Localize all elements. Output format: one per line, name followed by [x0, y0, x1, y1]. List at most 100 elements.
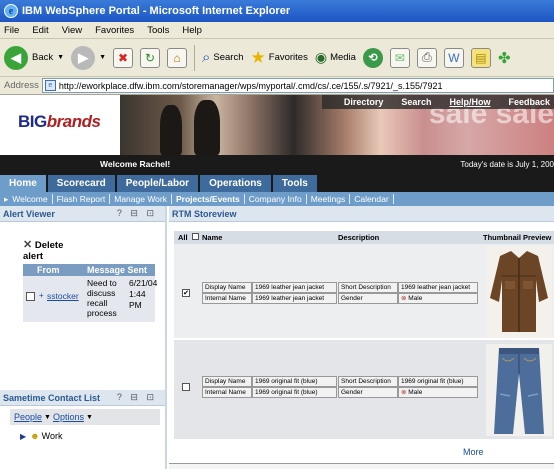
alert-checkbox[interactable]: [26, 292, 35, 301]
options-menu[interactable]: Options: [53, 412, 84, 422]
alert-message: Need to discuss recall process: [87, 278, 117, 318]
model-figure: [160, 105, 182, 155]
sub-navigation: ▸ Welcome Flash Report Manage Work Proje…: [0, 192, 554, 206]
menu-bar: File Edit View Favorites Tools Help: [0, 22, 554, 39]
internal-name-label: Internal Name: [202, 387, 252, 398]
display-name-label: Display Name: [202, 376, 252, 387]
col-name: Name: [202, 233, 223, 242]
menu-edit[interactable]: Edit: [32, 25, 48, 36]
address-input[interactable]: e http://eworkplace.dfw.ibm.com/storeman…: [41, 78, 554, 93]
table-row: ✔ Display Name 1969 leather jean jacket …: [174, 244, 554, 339]
address-url: http://eworkplace.dfw.ibm.com/storemanag…: [58, 80, 443, 91]
status-divider: [169, 463, 554, 469]
messenger-icon: ✤: [497, 49, 511, 67]
left-column: Alert Viewer ? ⊟ ⊡ ✕ Delete alert From M…: [0, 206, 167, 469]
select-all-checkbox[interactable]: [192, 233, 199, 240]
people-menu[interactable]: People: [14, 412, 42, 422]
subnav-calendar[interactable]: Calendar: [350, 194, 394, 204]
bigbrands-logo[interactable]: BIGbrands: [18, 112, 101, 132]
tab-home[interactable]: Home: [0, 175, 46, 192]
search-icon: ⌕: [202, 49, 211, 66]
banner-photo: sale sale Directory Search Help/How Feed…: [120, 95, 554, 155]
expand-triangle-icon[interactable]: ▶: [20, 432, 26, 441]
favorites-button[interactable]: ★ Favorites: [251, 48, 308, 68]
search-link[interactable]: Search: [401, 97, 431, 107]
chevron-down-icon[interactable]: ▼: [86, 414, 93, 421]
internal-name-label: Internal Name: [202, 293, 252, 304]
stop-button[interactable]: ✖: [113, 47, 133, 68]
alert-table-header: From Message Sent: [23, 264, 155, 276]
search-button[interactable]: ⌕ Search: [202, 49, 244, 66]
menu-favorites[interactable]: Favorites: [95, 25, 134, 36]
subnav-welcome[interactable]: Welcome: [8, 194, 53, 204]
contact-group-work[interactable]: ▶ ☻ Work: [20, 431, 62, 441]
address-bar: Address e http://eworkplace.dfw.ibm.com/…: [0, 77, 554, 95]
top-links: Directory Search Help/How Feedback: [321, 95, 554, 109]
subnav-projects-events[interactable]: Projects/Events: [172, 194, 245, 204]
feedback-link[interactable]: Feedback: [508, 97, 550, 107]
discuss-button[interactable]: ▤: [470, 47, 491, 68]
jacket-thumbnail[interactable]: [486, 246, 552, 338]
sametime-toolbar: People ▼ Options ▼: [10, 409, 160, 425]
menu-help[interactable]: Help: [182, 25, 202, 36]
messenger-button[interactable]: ✤: [498, 49, 511, 67]
word-icon: W: [443, 47, 464, 68]
menu-file[interactable]: File: [4, 25, 19, 36]
alert-from-link[interactable]: sstocker: [47, 291, 79, 301]
media-button[interactable]: ◉ Media: [315, 49, 356, 66]
stop-icon: ✖: [113, 47, 133, 68]
menu-view[interactable]: View: [62, 25, 82, 36]
jeans-thumbnail[interactable]: [486, 344, 552, 436]
forward-button[interactable]: ▶ ▼: [71, 45, 106, 70]
home-icon: ⌂: [167, 47, 187, 68]
portlet-controls[interactable]: ? ⊟ ⊡: [117, 208, 157, 219]
folder-icon: ▤: [470, 47, 491, 68]
sametime-title: Sametime Contact List: [3, 392, 101, 403]
mail-button[interactable]: ✉: [389, 47, 410, 68]
subnav-manage-work[interactable]: Manage Work: [110, 194, 172, 204]
date-text: Today's date is July 1, 200: [460, 159, 554, 169]
delete-alert-button[interactable]: ✕ Delete alert: [23, 240, 63, 263]
help-link[interactable]: Help/How: [449, 97, 490, 107]
edit-button[interactable]: W: [443, 47, 464, 68]
back-arrow-icon: ◀: [4, 45, 28, 70]
print-icon: ⎙: [416, 47, 437, 68]
gender-label: Gender: [338, 387, 398, 398]
history-button[interactable]: ⟲: [362, 47, 383, 68]
dropdown-icon[interactable]: ▼: [57, 54, 64, 61]
male-icon: ⊗: [401, 389, 407, 396]
col-all: All: [178, 233, 188, 242]
refresh-button[interactable]: ↻: [140, 47, 160, 68]
history-icon: ⟲: [362, 47, 383, 68]
subnav-company-info[interactable]: Company Info: [245, 194, 307, 204]
browser-toolbar: ◀ Back ▼ ▶ ▼ ✖ ↻ ⌂ ⌕ Search ★ Favorites …: [0, 39, 554, 77]
gender-value: ⊗ Male: [398, 293, 478, 304]
directory-link[interactable]: Directory: [344, 97, 384, 107]
row-checkbox[interactable]: ✔: [182, 289, 190, 297]
chevron-down-icon[interactable]: ▼: [44, 414, 51, 421]
back-button[interactable]: ◀ Back ▼: [4, 45, 64, 70]
gender-value: ⊗ Male: [398, 387, 478, 398]
home-button[interactable]: ⌂: [167, 47, 187, 68]
tab-operations[interactable]: Operations: [200, 175, 271, 192]
more-link[interactable]: More: [463, 447, 484, 457]
window-title: IBM WebSphere Portal - Microsoft Interne…: [22, 5, 291, 17]
dropdown-icon[interactable]: ▼: [99, 54, 106, 61]
table-row: Display Name 1969 original fit (blue) In…: [174, 340, 554, 440]
expand-icon[interactable]: +: [39, 291, 44, 300]
portlet-controls[interactable]: ? ⊟ ⊡: [117, 392, 157, 403]
tab-scorecard[interactable]: Scorecard: [47, 175, 115, 192]
table-row: + sstocker Need to discuss recall proces…: [23, 276, 157, 322]
col-thumbnail: Thumbnail Preview: [483, 233, 552, 242]
tab-people-labor[interactable]: People/Labor: [116, 175, 199, 192]
print-button[interactable]: ⎙: [416, 47, 437, 68]
menu-tools[interactable]: Tools: [147, 25, 169, 36]
tab-tools[interactable]: Tools: [272, 175, 317, 192]
storeview-title: RTM Storeview: [172, 208, 237, 219]
subnav-meetings[interactable]: Meetings: [307, 194, 351, 204]
subnav-flash-report[interactable]: Flash Report: [53, 194, 111, 204]
refresh-icon: ↻: [140, 47, 160, 68]
storeview-column-header: All Name Description Thumbnail Preview: [174, 231, 554, 244]
row-checkbox[interactable]: [182, 383, 190, 391]
col-description: Description: [338, 233, 380, 242]
